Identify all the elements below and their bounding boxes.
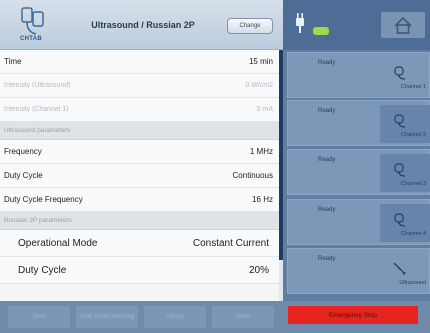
operational-mode-value: Constant Current — [192, 237, 269, 249]
frequency-label: Frequency — [4, 147, 42, 156]
time-label: Time — [4, 57, 22, 66]
time-row[interactable]: Time 15 min — [0, 50, 279, 74]
duty-cycle-frequency-label: Duty Cycle Frequency — [4, 195, 83, 204]
intensity-ultrasound-value: 0 W/cm2 — [245, 82, 273, 89]
duty-cycle-value: Continuous — [232, 171, 273, 180]
duty-cycle-2-row[interactable]: Duty Cycle 20% — [0, 257, 279, 284]
channel-3-name: Channel 3 — [400, 181, 426, 187]
electrode-icon — [394, 213, 406, 227]
electrode-icon — [394, 114, 406, 128]
channel-3-status: Ready — [318, 157, 336, 163]
start-head-warming-button[interactable]: Start Head Warming — [76, 306, 138, 328]
parameter-list: Time 15 min Intensity (Ultrasound) 0 W/c… — [0, 50, 279, 284]
duty-cycle-frequency-row[interactable]: Duty Cycle Frequency 16 Hz — [0, 188, 279, 212]
ultrasound-probe-icon — [393, 262, 406, 275]
ultrasound-name: Ultrasound — [399, 280, 426, 286]
screen: CHTAB Ultrasound / Russian 2P Change Tim… — [0, 0, 430, 333]
operational-mode-row[interactable]: Operational Mode Constant Current — [0, 230, 279, 257]
logo-text: CHTAB — [20, 36, 43, 42]
frequency-row[interactable]: Frequency 1 MHz — [0, 140, 279, 164]
channel-card-1[interactable]: Ready Channel 1 — [287, 52, 430, 98]
electrode-icon — [394, 163, 406, 177]
channels-panel: Ready Channel 1 Ready Channel 2 Ready Ch… — [283, 0, 430, 301]
duty-cycle-label: Duty Cycle — [4, 171, 43, 180]
parameters-panel: CHTAB Ultrasound / Russian 2P Change Tim… — [0, 0, 283, 301]
header-bar: CHTAB Ultrasound / Russian 2P Change — [0, 0, 283, 50]
channel-card-4[interactable]: Ready Channel 4 — [287, 199, 430, 245]
intensity-channel1-label: Intensity (Channel 1) — [4, 106, 69, 113]
operational-mode-label: Operational Mode — [18, 237, 98, 249]
time-value: 15 min — [248, 57, 273, 66]
electrode-icon — [394, 66, 406, 80]
ultrasound-status: Ready — [318, 256, 336, 262]
intensity-ultrasound-label: Intensity (Ultrasound) — [4, 82, 71, 89]
intensity-ultrasound-row: Intensity (Ultrasound) 0 W/cm2 — [0, 74, 279, 98]
channel-card-ultrasound[interactable]: Ready Ultrasound — [287, 248, 430, 294]
channel-1-name: Channel 1 — [400, 84, 426, 90]
store-button[interactable]: Store — [212, 306, 274, 328]
channel-card-3[interactable]: Ready Channel 3 — [287, 149, 430, 195]
power-plug-icon — [296, 13, 304, 33]
status-bar — [283, 0, 430, 50]
home-button[interactable] — [381, 12, 425, 38]
russian-section-header: Russian 2P parameters — [0, 212, 279, 230]
channel-2-status: Ready — [318, 108, 336, 114]
home-icon — [394, 16, 412, 34]
battery-icon — [313, 27, 329, 35]
duty-cycle-2-value: 20% — [248, 264, 269, 276]
frequency-value: 1 MHz — [249, 147, 273, 156]
duty-cycle-2-label: Duty Cycle — [18, 264, 67, 276]
emergency-stop-button[interactable]: Emergency Stop — [288, 306, 418, 324]
channel-2-name: Channel 2 — [400, 132, 426, 138]
library-button[interactable]: Library — [144, 306, 206, 328]
channel-4-name: Channel 4 — [400, 231, 426, 237]
channel-card-2[interactable]: Ready Channel 2 — [287, 100, 430, 146]
duty-cycle-row[interactable]: Duty Cycle Continuous — [0, 164, 279, 188]
intensity-channel1-row: Intensity (Channel 1) 0 mA — [0, 98, 279, 122]
start-button[interactable]: Start — [8, 306, 70, 328]
duty-cycle-frequency-value: 16 Hz — [252, 195, 273, 204]
change-button[interactable]: Change — [227, 18, 273, 34]
channel-4-status: Ready — [318, 207, 336, 213]
ultrasound-section-header: Ultrasound parameters — [0, 122, 279, 140]
program-title: Ultrasound / Russian 2P — [91, 20, 195, 30]
channel-1-status: Ready — [318, 60, 336, 66]
intensity-channel1-value: 0 mA — [256, 106, 273, 113]
